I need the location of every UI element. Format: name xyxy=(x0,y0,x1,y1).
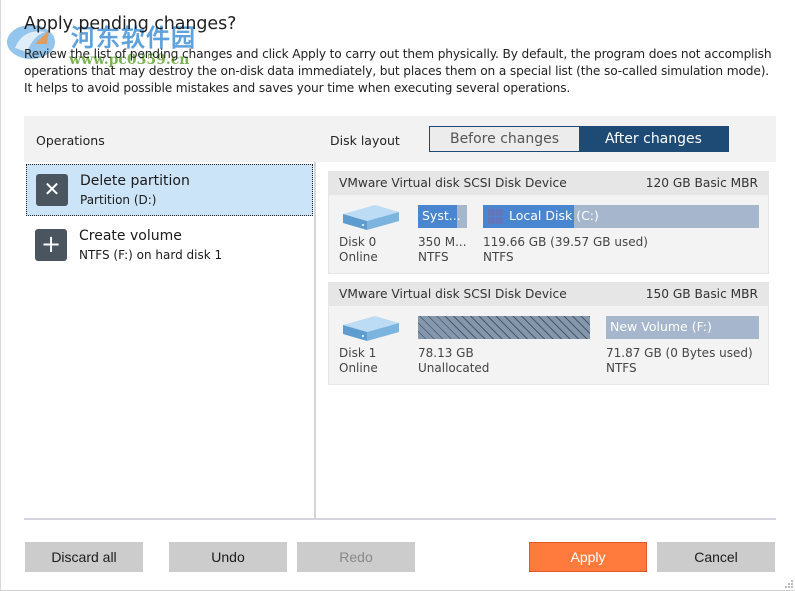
footer-divider xyxy=(24,518,776,520)
apply-changes-dialog: 河东软件园 www.pc0359.cn Apply pending change… xyxy=(0,0,795,591)
partition-unallocated[interactable] xyxy=(418,316,590,339)
operation-subtitle: NTFS (F:) on hard disk 1 xyxy=(79,248,223,262)
operations-list: ✕ Delete partition Partition (D:) + Crea… xyxy=(24,162,316,519)
plus-icon: + xyxy=(35,229,67,261)
disk-card-1[interactable]: VMware Virtual disk SCSI Disk Device 150… xyxy=(328,282,769,385)
resize-grip-icon[interactable] xyxy=(785,580,793,588)
disk-id: Disk 0 Online xyxy=(339,235,378,265)
partition-system[interactable]: Syst... xyxy=(418,205,467,228)
partition-fs: NTFS xyxy=(483,250,514,264)
partition-fs: NTFS xyxy=(606,361,637,375)
operation-item-create-volume[interactable]: + Create volume NTFS (F:) on hard disk 1 xyxy=(26,220,313,272)
layout-toggle: Before changes After changes xyxy=(429,126,729,152)
apply-button[interactable]: Apply xyxy=(529,542,647,572)
partition-label: Syst... xyxy=(422,208,461,223)
discard-all-button[interactable]: Discard all xyxy=(25,542,143,572)
partition-info: 71.87 GB (0 Bytes used) NTFS xyxy=(606,346,753,376)
disk-status: Online xyxy=(339,361,378,375)
partition-new-volume-f[interactable]: New Volume (F:) xyxy=(606,316,759,339)
disk-device-name: VMware Virtual disk SCSI Disk Device xyxy=(339,176,567,190)
operation-subtitle: Partition (D:) xyxy=(80,193,157,207)
disk-layout-area: VMware Virtual disk SCSI Disk Device 120… xyxy=(318,162,776,519)
disk-layout-header: Disk layout Before changes After changes xyxy=(316,116,776,162)
redo-button[interactable]: Redo xyxy=(297,542,415,572)
dialog-description: Review the list of pending changes and c… xyxy=(24,47,772,95)
partition-fs: NTFS xyxy=(418,250,449,264)
disk-id: Disk 1 Online xyxy=(339,346,378,376)
close-icon: ✕ xyxy=(36,174,68,206)
partition-size: 350 M... xyxy=(418,235,467,249)
main-panel: Operations Disk layout Before changes Af… xyxy=(24,116,776,519)
partition-info: 78.13 GB Unallocated xyxy=(418,346,489,376)
operations-header: Operations xyxy=(24,116,316,162)
hard-disk-icon xyxy=(343,316,399,341)
partition-info: 119.66 GB (39.57 GB used) NTFS xyxy=(483,235,648,265)
disk-status: Online xyxy=(339,250,378,264)
cancel-button[interactable]: Cancel xyxy=(657,542,775,572)
partition-size: 71.87 GB (0 Bytes used) xyxy=(606,346,753,360)
disk-card-0[interactable]: VMware Virtual disk SCSI Disk Device 120… xyxy=(328,171,769,274)
dialog-title: Apply pending changes? xyxy=(24,14,237,34)
partition-label: New Volume (F:) xyxy=(610,319,712,334)
partition-label: Local Disk (C:) xyxy=(509,208,599,223)
windows-icon xyxy=(488,209,503,224)
operation-title: Delete partition xyxy=(80,173,190,189)
before-changes-tab[interactable]: Before changes xyxy=(430,127,579,151)
operation-item-delete-partition[interactable]: ✕ Delete partition Partition (D:) xyxy=(26,164,313,216)
partition-local-disk-c[interactable]: Local Disk (C:) xyxy=(483,205,759,228)
hard-disk-icon xyxy=(343,205,399,230)
partition-fs: Unallocated xyxy=(418,361,490,375)
disk-size-type: 150 GB Basic MBR xyxy=(645,287,758,301)
disk-size-type: 120 GB Basic MBR xyxy=(645,176,758,190)
disk-number: Disk 0 xyxy=(339,235,377,249)
partition-info: 350 M... NTFS xyxy=(418,235,467,265)
after-changes-tab[interactable]: After changes xyxy=(579,127,728,151)
disk-header: VMware Virtual disk SCSI Disk Device 150… xyxy=(329,283,768,306)
partition-size: 119.66 GB (39.57 GB used) xyxy=(483,235,648,249)
partition-size: 78.13 GB xyxy=(418,346,474,360)
operations-header-label: Operations xyxy=(36,133,105,148)
disk-number: Disk 1 xyxy=(339,346,377,360)
operation-title: Create volume xyxy=(79,228,182,244)
disk-layout-label: Disk layout xyxy=(330,133,400,148)
disk-device-name: VMware Virtual disk SCSI Disk Device xyxy=(339,287,567,301)
undo-button[interactable]: Undo xyxy=(169,542,287,572)
disk-header: VMware Virtual disk SCSI Disk Device 120… xyxy=(329,172,768,195)
